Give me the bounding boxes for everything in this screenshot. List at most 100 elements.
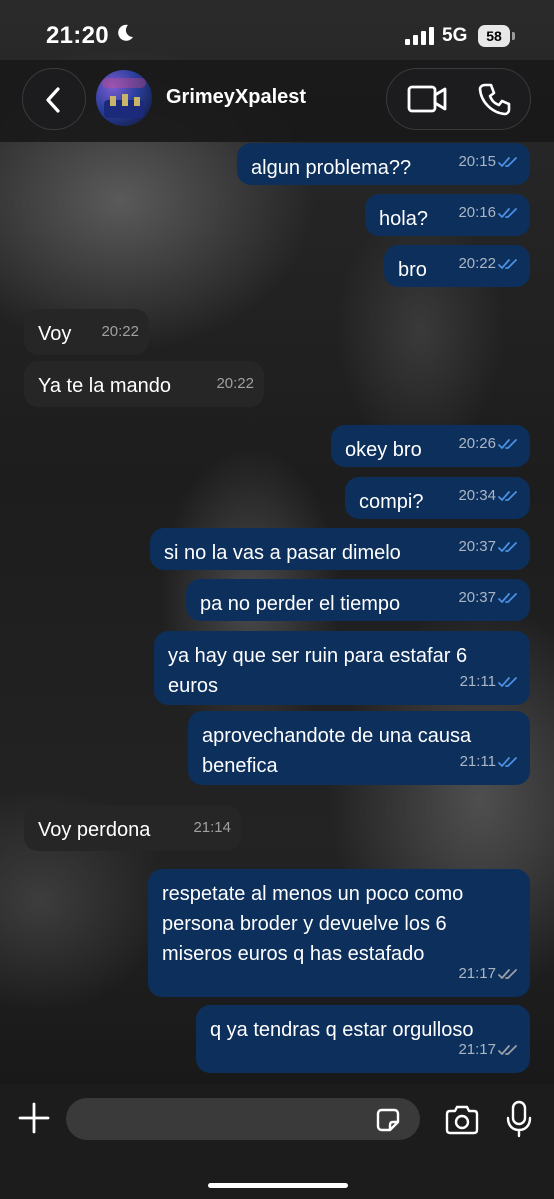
network-type: 5G xyxy=(442,25,468,46)
read-double-check-icon xyxy=(498,491,517,501)
read-double-check-icon xyxy=(498,542,517,552)
call-actions xyxy=(386,68,531,130)
message-text: si no la vas a pasar dimelo xyxy=(164,538,401,568)
message-time: 20:15 xyxy=(458,153,496,170)
video-call-icon[interactable] xyxy=(401,81,451,117)
camera-icon[interactable] xyxy=(444,1104,480,1136)
message-meta: 20:22 xyxy=(216,369,254,399)
message-meta: 21:17 xyxy=(458,959,520,989)
battery-tip xyxy=(512,32,515,40)
message-line: hola? xyxy=(379,208,428,230)
message-line: Voy perdona xyxy=(38,819,151,841)
message-time: 20:22 xyxy=(101,323,139,340)
message-time: 21:11 xyxy=(459,673,496,690)
message-meta: 20:16 xyxy=(458,198,520,228)
message-text: bro xyxy=(398,255,427,285)
outgoing-message[interactable]: q ya tendras q estar orgulloso 21:17 xyxy=(196,1005,530,1073)
message-text: hola? xyxy=(379,204,428,234)
message-text: Voy perdona xyxy=(38,815,150,845)
status-bar: 21:20 5G 58 xyxy=(0,0,554,60)
microphone-icon[interactable] xyxy=(506,1100,532,1138)
outgoing-message[interactable]: okey bro 20:26 xyxy=(331,425,530,467)
incoming-message[interactable]: Ya te la mando 20:22 xyxy=(24,361,264,407)
message-text: algun problema?? xyxy=(251,153,411,183)
message-text: okey bro xyxy=(345,435,422,465)
message-line: ya hay que ser ruin para estafar 6 xyxy=(168,645,468,667)
moon-icon xyxy=(118,24,133,41)
message-line: algun problema?? xyxy=(251,157,412,179)
message-text: aprovechandote de una causa benefica xyxy=(202,721,471,781)
sticker-icon[interactable] xyxy=(374,1106,402,1134)
message-text: respetate al menos un poco como persona b… xyxy=(162,879,463,969)
avatar[interactable] xyxy=(96,70,152,126)
message-line: persona broder y devuelve los 6 xyxy=(162,913,447,935)
chevron-left-icon xyxy=(46,87,60,113)
input-bar xyxy=(0,1084,554,1199)
message-meta: 21:11 xyxy=(460,747,520,777)
message-time: 20:26 xyxy=(458,435,496,452)
incoming-message[interactable]: Voy perdona 21:14 xyxy=(24,805,241,851)
message-line: benefica xyxy=(202,755,278,777)
message-meta: 20:15 xyxy=(458,147,520,177)
message-line: Voy xyxy=(38,323,72,345)
message-line: respetate al menos un poco como xyxy=(162,883,464,905)
contact-name: GrimeyXpalest xyxy=(166,86,307,108)
plus-icon[interactable] xyxy=(16,1100,52,1136)
message-meta: 20:34 xyxy=(458,481,520,511)
message-text: ya hay que ser ruin para estafar 6 euros xyxy=(168,641,467,701)
message-line: pa no perder el tiempo xyxy=(200,593,401,615)
message-time: 20:16 xyxy=(458,204,496,221)
message-time: 20:37 xyxy=(458,538,496,555)
message-meta: 21:11 xyxy=(460,667,520,697)
message-text: pa no perder el tiempo xyxy=(200,589,400,619)
read-double-check-icon xyxy=(498,208,517,218)
phone-call-icon[interactable] xyxy=(477,81,513,117)
chat-header: GrimeyXpalest xyxy=(0,60,554,142)
read-double-check-icon xyxy=(498,157,517,167)
message-time: 20:37 xyxy=(458,589,496,606)
outgoing-message[interactable]: si no la vas a pasar dimelo 20:37 xyxy=(150,528,530,570)
message-text: q ya tendras q estar orgulloso xyxy=(210,1015,474,1045)
outgoing-message[interactable]: aprovechandote de una causa benefica 21:11 xyxy=(188,711,530,785)
battery-icon: 58 xyxy=(478,25,510,47)
message-meta: 21:14 xyxy=(193,813,231,843)
message-line: okey bro xyxy=(345,439,422,461)
message-time: 20:22 xyxy=(458,255,496,272)
outgoing-message[interactable]: ya hay que ser ruin para estafar 6 euros 2… xyxy=(154,631,530,705)
message-line: euros xyxy=(168,675,219,697)
incoming-message[interactable]: Voy 20:22 xyxy=(24,309,149,355)
delivered-double-check-icon xyxy=(498,1045,517,1055)
outgoing-message[interactable]: respetate al menos un poco como persona b… xyxy=(148,869,530,997)
outgoing-message[interactable]: compi? 20:34 xyxy=(345,477,530,519)
message-line: q ya tendras q estar orgulloso xyxy=(210,1019,474,1041)
message-meta: 20:26 xyxy=(458,429,520,459)
message-meta: 20:37 xyxy=(458,532,520,562)
message-time: 21:17 xyxy=(458,1041,496,1058)
outgoing-message[interactable]: algun problema?? 20:15 xyxy=(237,143,530,185)
delivered-double-check-icon xyxy=(498,969,517,979)
back-button[interactable] xyxy=(22,68,86,130)
read-double-check-icon xyxy=(498,677,517,687)
message-time: 21:17 xyxy=(458,965,496,982)
message-text: compi? xyxy=(359,487,423,517)
message-text: Ya te la mando xyxy=(38,371,171,401)
home-indicator xyxy=(208,1183,348,1188)
message-line: si no la vas a pasar dimelo xyxy=(164,542,401,564)
message-meta: 20:22 xyxy=(101,317,139,347)
message-text: Voy xyxy=(38,319,71,349)
message-line: compi? xyxy=(359,491,424,513)
message-meta: 21:17 xyxy=(458,1035,520,1065)
message-time: 21:14 xyxy=(193,819,231,836)
message-time: 20:22 xyxy=(216,375,254,392)
outgoing-message[interactable]: hola? 20:16 xyxy=(365,194,530,236)
message-meta: 20:22 xyxy=(458,249,520,279)
read-double-check-icon xyxy=(498,593,517,603)
read-double-check-icon xyxy=(498,259,517,269)
outgoing-message[interactable]: pa no perder el tiempo 20:37 xyxy=(186,579,530,621)
outgoing-message[interactable]: bro 20:22 xyxy=(384,245,530,287)
read-double-check-icon xyxy=(498,439,517,449)
message-time: 21:11 xyxy=(459,753,496,770)
message-input[interactable] xyxy=(66,1098,420,1140)
signal-icon xyxy=(405,27,434,45)
message-time: 20:34 xyxy=(458,487,496,504)
